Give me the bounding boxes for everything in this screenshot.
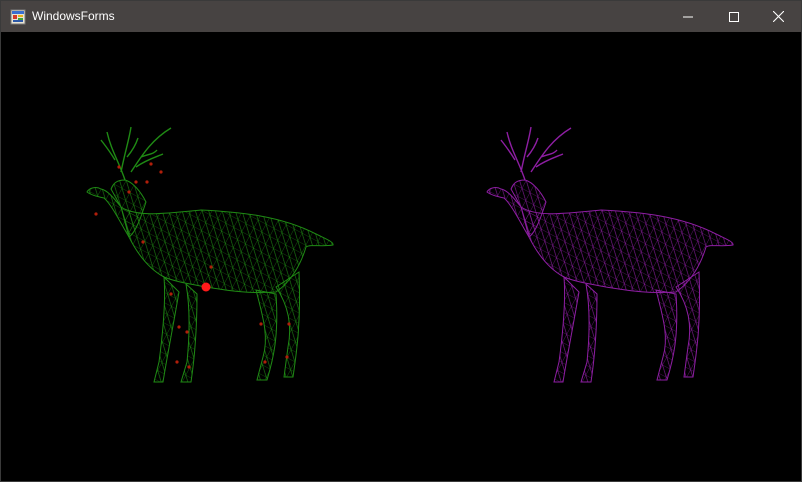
minimize-icon <box>683 16 693 17</box>
mesh-vertex <box>169 292 173 296</box>
mesh-vertex <box>177 325 181 329</box>
deer-wireframe-left <box>86 126 334 383</box>
render-canvas[interactable] <box>1 32 801 481</box>
app-window: WindowsForms <box>0 0 802 482</box>
mesh-vertex <box>127 190 131 194</box>
mesh-vertex <box>145 180 149 184</box>
mesh-vertex <box>117 165 121 169</box>
maximize-icon <box>729 11 739 22</box>
minimize-button[interactable] <box>665 1 711 32</box>
mesh-vertex <box>187 365 191 369</box>
close-button[interactable] <box>755 1 801 32</box>
mesh-vertex <box>134 180 138 184</box>
mesh-vertex <box>141 240 145 244</box>
mesh-vertex <box>94 212 98 216</box>
mesh-vertex <box>159 170 163 174</box>
window-title: WindowsForms <box>32 9 115 23</box>
scene-viewport <box>86 126 734 383</box>
mesh-vertex <box>263 360 267 364</box>
title-bar[interactable]: WindowsForms <box>1 1 801 32</box>
mesh-vertex <box>175 360 179 364</box>
selected-vertex-marker[interactable] <box>201 282 211 292</box>
mesh-vertex <box>285 355 289 359</box>
maximize-button[interactable] <box>711 1 757 32</box>
mesh-vertex <box>287 322 291 326</box>
close-icon <box>772 11 784 22</box>
mesh-vertex <box>185 330 189 334</box>
windows-forms-app-icon <box>10 9 26 25</box>
mesh-vertex <box>149 162 153 166</box>
mesh-vertex <box>259 322 263 326</box>
deer-wireframe-right <box>486 126 734 383</box>
mesh-vertex <box>209 265 213 269</box>
